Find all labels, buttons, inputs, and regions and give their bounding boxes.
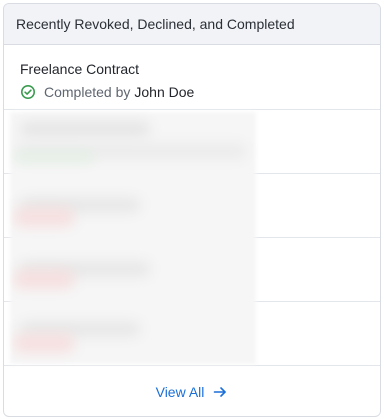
arrow-right-icon [212, 384, 228, 400]
document-name[interactable]: Freelance Contract [20, 60, 380, 78]
view-all-label: View All [155, 383, 205, 400]
card-header: Recently Revoked, Declined, and Complete… [4, 4, 380, 45]
list-item[interactable]: Freelance Contract Completed by John Doe [4, 46, 380, 110]
card-footer: View All [4, 367, 380, 416]
activity-card: Recently Revoked, Declined, and Complete… [3, 3, 381, 417]
check-circle-icon [20, 84, 36, 100]
view-all-link[interactable]: View All [156, 384, 229, 400]
card-title: Recently Revoked, Declined, and Complete… [16, 16, 295, 32]
status-text: Completed by [44, 84, 131, 100]
status-line: Completed by John Doe [20, 83, 380, 101]
status-user: John Doe [134, 84, 195, 100]
redacted-region [10, 112, 256, 364]
